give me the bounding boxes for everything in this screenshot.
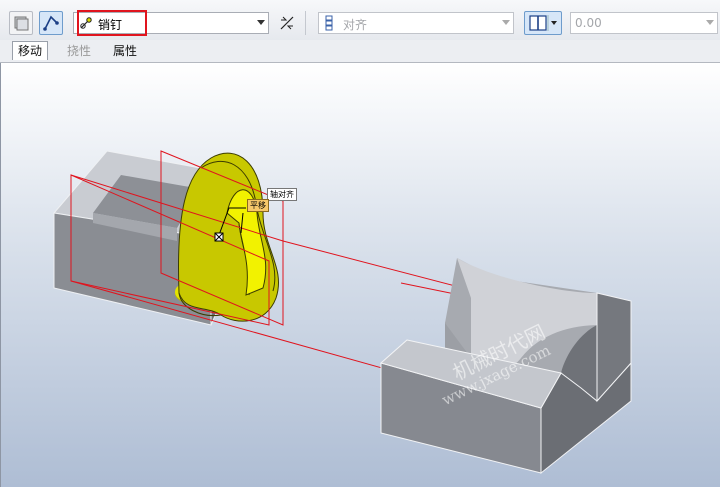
tab-move[interactable]: 移动 bbox=[12, 41, 49, 60]
tab-flexibility[interactable]: 挠性 bbox=[62, 42, 96, 60]
toolbar-separator bbox=[305, 11, 306, 35]
translation-callout[interactable]: 平移 bbox=[247, 199, 269, 212]
flip-button[interactable] bbox=[275, 11, 299, 35]
align-select[interactable]: 对齐 bbox=[318, 12, 514, 34]
connection-icon bbox=[43, 15, 59, 31]
chevron-down-icon[interactable] bbox=[257, 20, 265, 25]
dashboard-toolbar: 销钉 对齐 0.00 bbox=[0, 0, 720, 40]
mechanism-connection-button[interactable] bbox=[39, 11, 63, 35]
offset-mode-button[interactable] bbox=[524, 11, 562, 35]
coincident-icon bbox=[529, 15, 557, 31]
offset-value: 0.00 bbox=[575, 16, 602, 30]
component-icon bbox=[14, 16, 29, 31]
graphics-viewport[interactable]: 轴对齐 平移 机械时代网 www.jxage.com bbox=[0, 63, 720, 487]
tab-properties[interactable]: 属性 bbox=[108, 42, 142, 60]
highlight-box bbox=[77, 10, 147, 36]
chevron-down-icon[interactable] bbox=[706, 20, 714, 25]
model-scene[interactable] bbox=[1, 63, 719, 487]
chevron-down-icon[interactable] bbox=[502, 20, 510, 25]
dashboard-tabs: 移动 挠性 属性 bbox=[0, 40, 720, 63]
align-icon bbox=[325, 15, 333, 31]
flip-icon bbox=[280, 16, 294, 30]
align-value: 对齐 bbox=[343, 18, 368, 32]
offset-input[interactable]: 0.00 bbox=[570, 12, 718, 34]
pin-axis-callout[interactable]: 轴对齐 bbox=[267, 188, 297, 201]
user-defined-set-button[interactable] bbox=[9, 11, 33, 35]
